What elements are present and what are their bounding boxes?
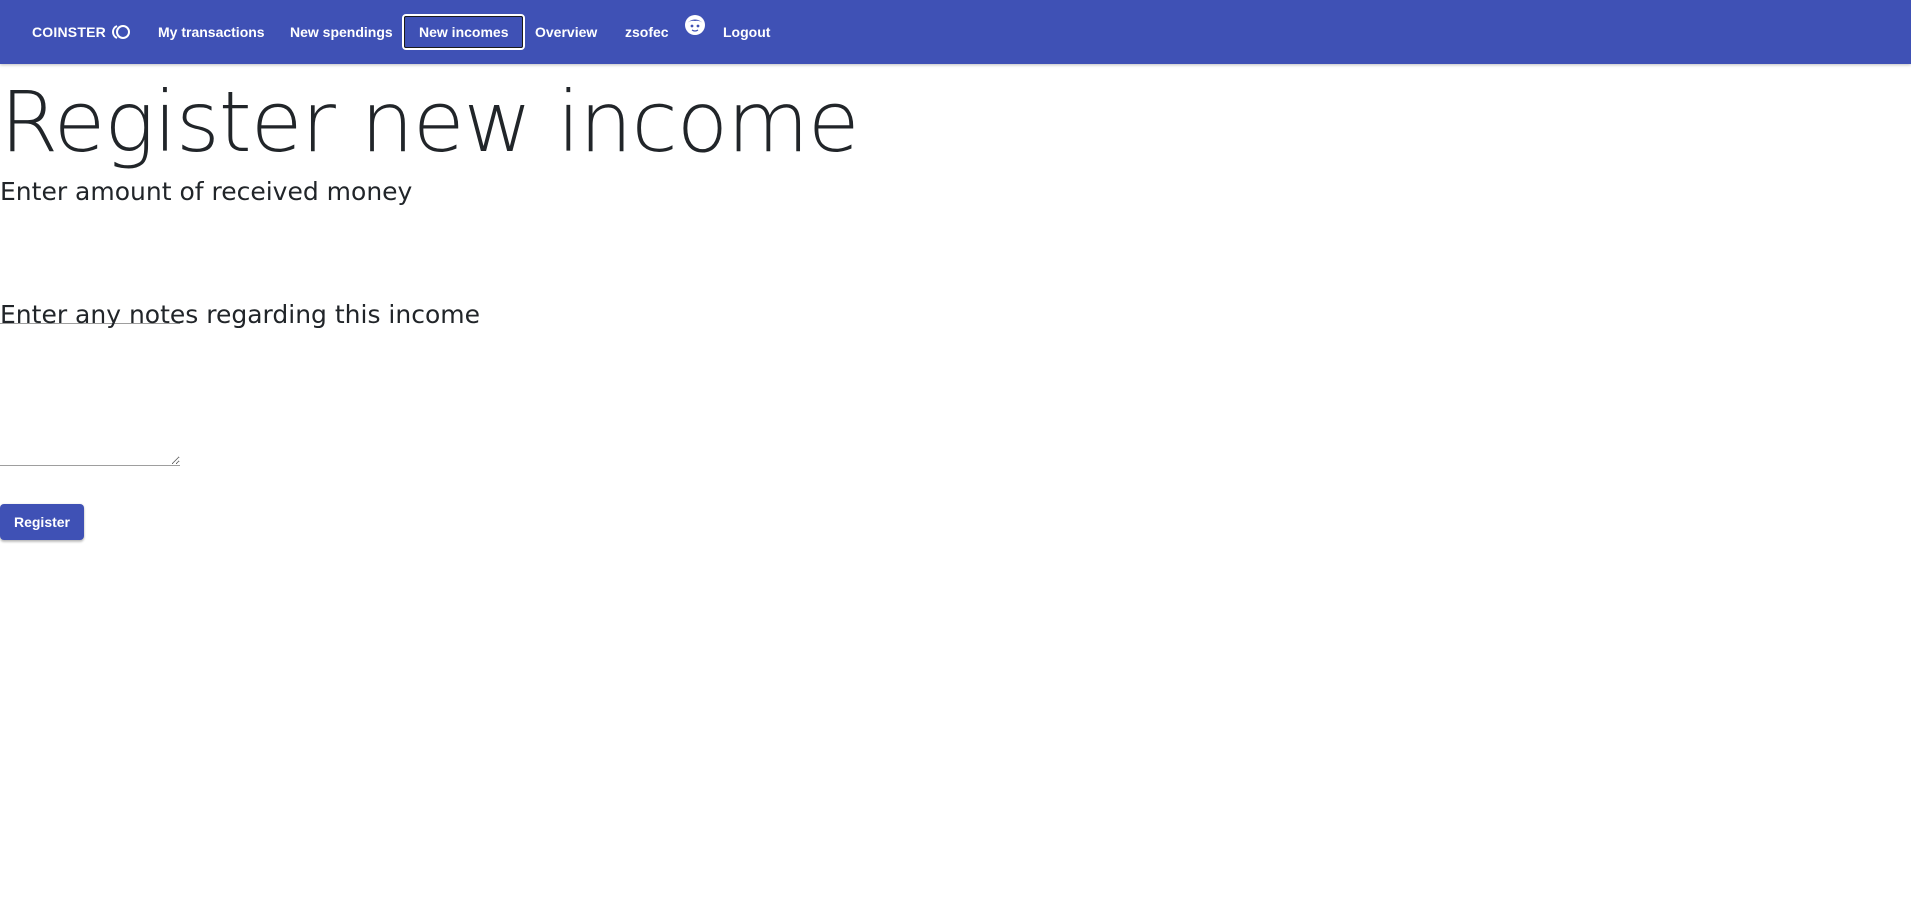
nav-logout[interactable]: Logout	[708, 14, 785, 50]
notes-heading: Enter any notes regarding this income	[0, 300, 480, 329]
page-title: Register new income	[0, 73, 860, 171]
brand-name: COINSTER	[32, 24, 106, 40]
amount-heading: Enter amount of received money	[0, 177, 413, 206]
brand-link[interactable]: COINSTER	[32, 0, 132, 64]
nav-overview[interactable]: Overview	[520, 14, 612, 50]
register-button[interactable]: Register	[0, 504, 84, 540]
nav-my-transactions[interactable]: My transactions	[143, 14, 280, 50]
notes-textarea[interactable]	[0, 414, 180, 466]
nav-new-spendings[interactable]: New spendings	[275, 14, 408, 50]
coin-logo-icon	[110, 24, 132, 40]
top-navbar: COINSTER My transactions New spendings N…	[0, 0, 1911, 64]
nav-username[interactable]: zsofec	[610, 14, 684, 50]
nav-new-incomes[interactable]: New incomes	[402, 14, 526, 50]
user-avatar-icon[interactable]	[684, 14, 706, 36]
